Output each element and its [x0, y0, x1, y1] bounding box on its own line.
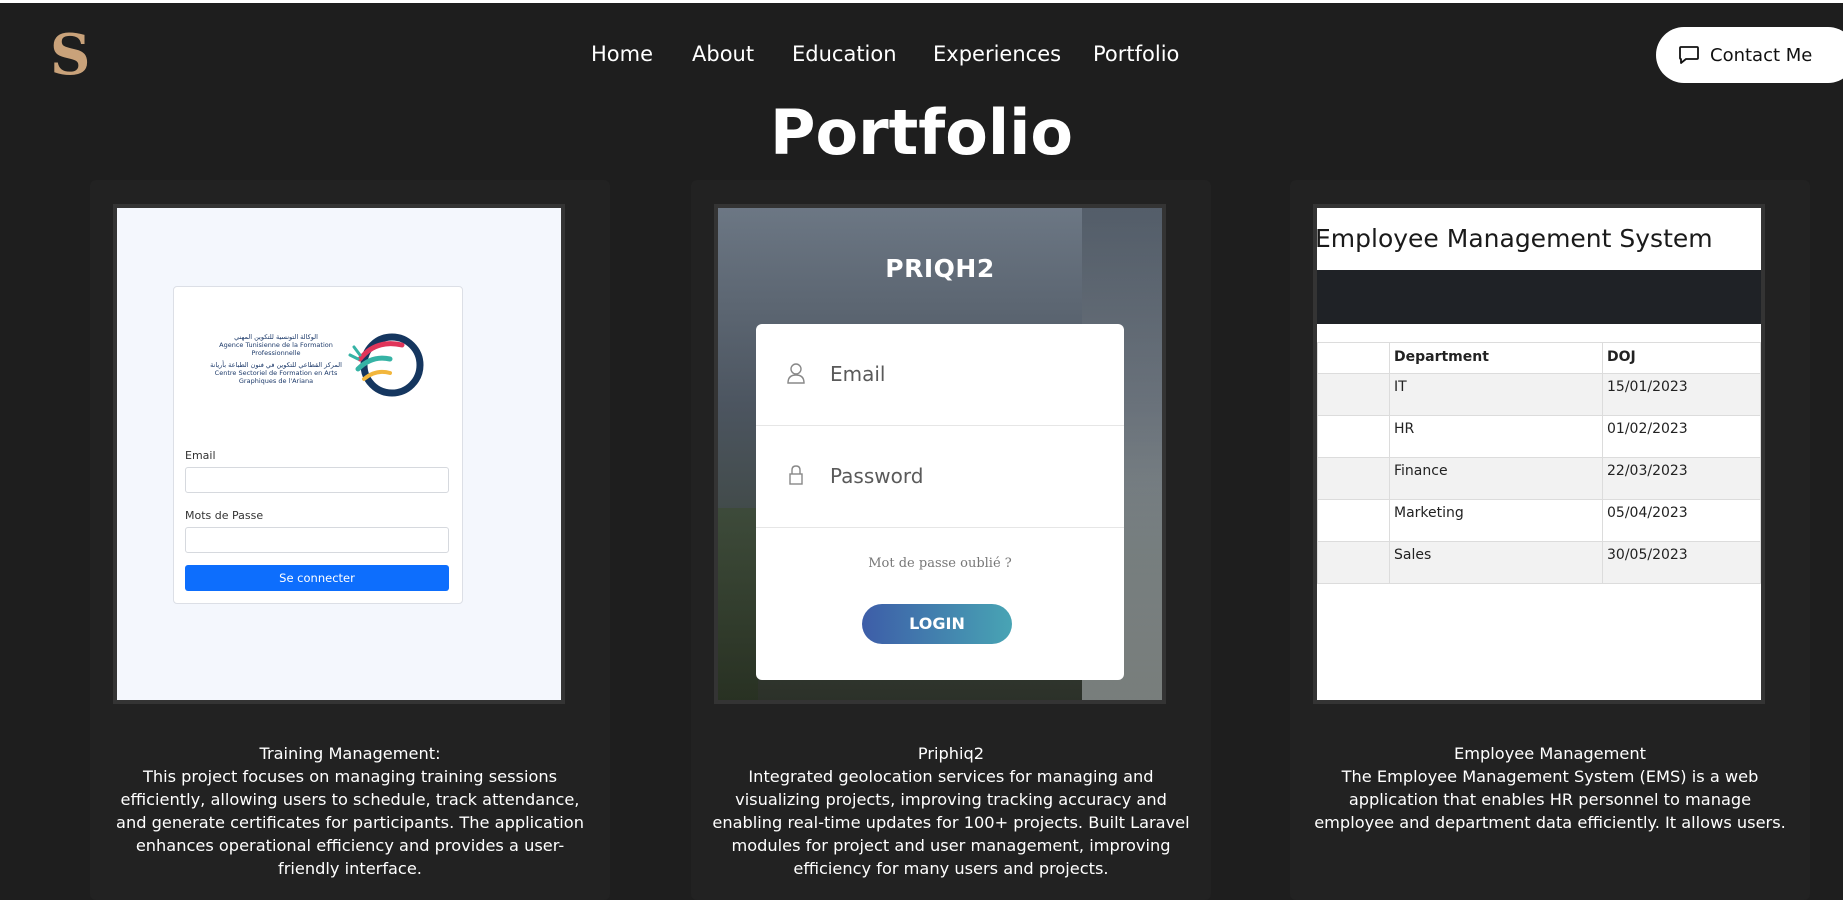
- project-summary: Integrated geolocation services for mana…: [712, 767, 1190, 878]
- table-row: Sales 30/05/2023: [1317, 541, 1761, 584]
- table-row: Finance 22/03/2023: [1317, 457, 1761, 500]
- doj-cell: 05/04/2023: [1602, 499, 1761, 542]
- login-button[interactable]: LOGIN: [862, 604, 1012, 644]
- nav-experiences[interactable]: Experiences: [933, 38, 1061, 70]
- project-screenshot[interactable]: الوكالة التونسية للتكوين المهني Agence T…: [113, 204, 565, 704]
- doj-cell: 01/02/2023: [1602, 415, 1761, 458]
- email-placeholder: Email: [830, 362, 886, 386]
- department-cell: Finance: [1389, 457, 1603, 500]
- ems-toolbar: [1317, 270, 1761, 324]
- project-summary: This project focuses on managing trainin…: [116, 767, 584, 878]
- page-title: Portfolio: [770, 96, 1073, 169]
- email-field[interactable]: [185, 467, 449, 493]
- project-screenshot[interactable]: PRIQH2 Email Password Mot de passe oubli…: [714, 204, 1166, 704]
- org-name-text: الوكالة التونسية للتكوين المهني Agence T…: [210, 333, 342, 385]
- contact-me-label: Contact Me: [1710, 44, 1813, 66]
- password-placeholder: Password: [830, 464, 924, 488]
- ems-heading: Employee Management System: [1315, 224, 1713, 253]
- user-icon: [787, 363, 805, 384]
- department-cell: Sales: [1389, 541, 1603, 584]
- project-screenshot[interactable]: Employee Management System Department DO…: [1313, 204, 1765, 704]
- doj-cell: 15/01/2023: [1602, 373, 1761, 416]
- employee-table: Department DOJ IT 15/01/2023 HR 01/02/20…: [1317, 342, 1761, 584]
- table-header-row: Department DOJ: [1317, 342, 1761, 374]
- login-box: Email Password Mot de passe oublié ? LOG…: [756, 324, 1124, 680]
- doj-cell: 30/05/2023: [1602, 541, 1761, 584]
- column-header-department: Department: [1389, 342, 1603, 374]
- password-field[interactable]: Password: [756, 426, 1124, 528]
- department-cell: HR: [1389, 415, 1603, 458]
- nav-education[interactable]: Education: [792, 38, 897, 70]
- nav-about[interactable]: About: [692, 38, 754, 70]
- password-label: Mots de Passe: [185, 509, 264, 522]
- table-row: Marketing 05/04/2023: [1317, 499, 1761, 542]
- project-description: Employee Management The Employee Managem…: [1308, 742, 1792, 834]
- column-header-doj: DOJ: [1602, 342, 1761, 374]
- project-card-ems: Employee Management System Department DO…: [1290, 180, 1810, 900]
- nav-home[interactable]: Home: [591, 38, 653, 70]
- org-emblem-icon: [348, 333, 424, 397]
- project-card-priphiq2: PRIQH2 Email Password Mot de passe oubli…: [691, 180, 1211, 900]
- org-logo: الوكالة التونسية للتكوين المهني Agence T…: [206, 329, 436, 401]
- lock-icon: [789, 465, 803, 485]
- top-border: [0, 0, 1843, 3]
- main-nav: Home About Education Experiences Portfol…: [0, 38, 1843, 72]
- project-description: Training Management: This project focuse…: [108, 742, 592, 880]
- forgot-password-link[interactable]: Mot de passe oublié ?: [756, 556, 1124, 571]
- project-summary: The Employee Management System (EMS) is …: [1314, 767, 1786, 832]
- nav-portfolio[interactable]: Portfolio: [1093, 38, 1179, 70]
- login-panel: الوكالة التونسية للتكوين المهني Agence T…: [173, 286, 463, 604]
- app-brand: PRIQH2: [885, 254, 995, 283]
- sign-in-button[interactable]: Se connecter: [185, 565, 449, 591]
- project-title: Employee Management: [1454, 744, 1646, 763]
- background-trees: [718, 508, 758, 700]
- table-row: HR 01/02/2023: [1317, 415, 1761, 458]
- email-label: Email: [185, 449, 216, 462]
- email-field[interactable]: Email: [756, 324, 1124, 426]
- department-cell: Marketing: [1389, 499, 1603, 542]
- department-cell: IT: [1389, 373, 1603, 416]
- doj-cell: 22/03/2023: [1602, 457, 1761, 500]
- project-card-training: الوكالة التونسية للتكوين المهني Agence T…: [90, 180, 610, 900]
- chat-bubble-icon: [1679, 46, 1699, 64]
- password-field[interactable]: [185, 527, 449, 553]
- project-title: Training Management:: [259, 744, 441, 763]
- table-row: IT 15/01/2023: [1317, 373, 1761, 416]
- project-description: Priphiq2 Integrated geolocation services…: [709, 742, 1193, 880]
- contact-me-button[interactable]: Contact Me: [1656, 27, 1843, 83]
- project-title: Priphiq2: [917, 744, 985, 763]
